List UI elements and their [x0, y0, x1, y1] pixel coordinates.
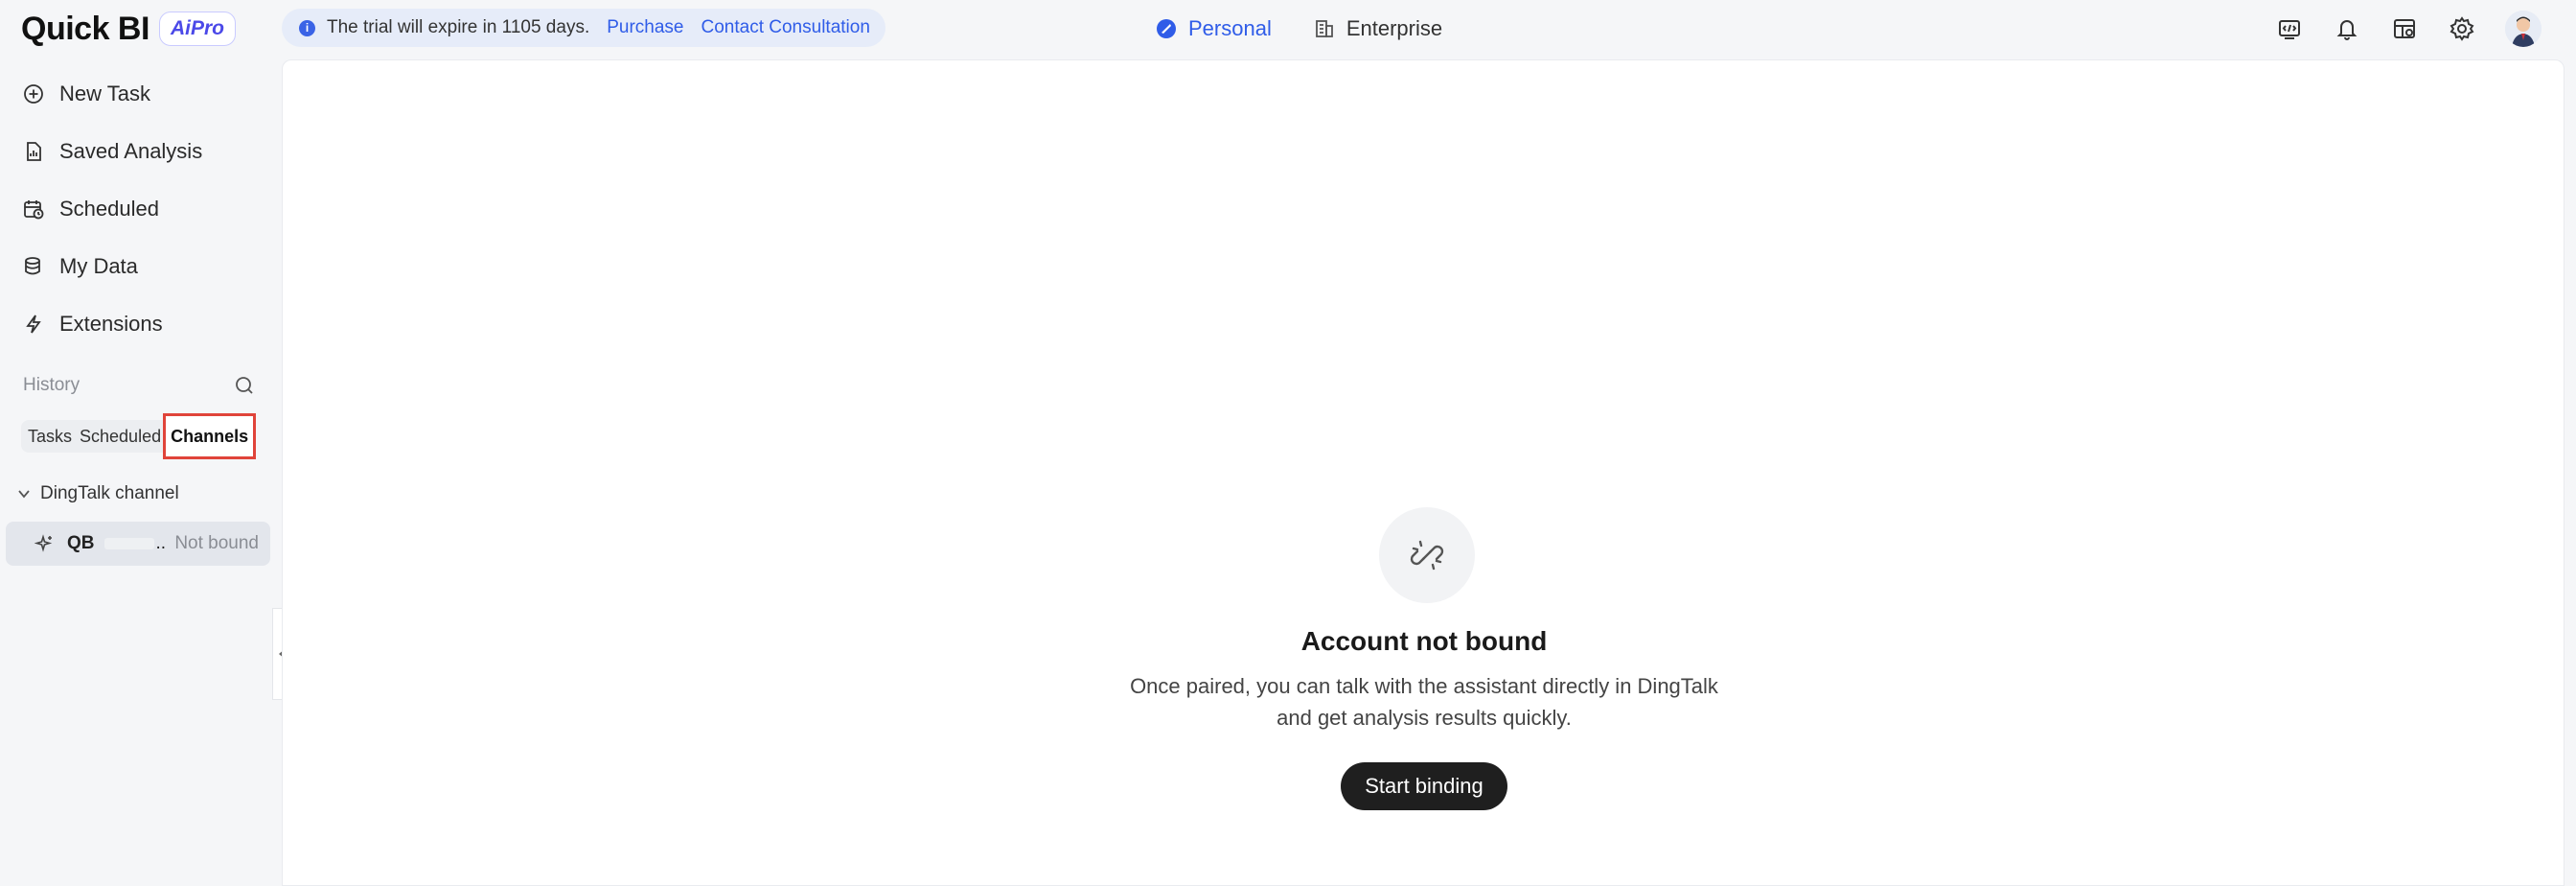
channel-ellipsis: ..: [155, 533, 167, 553]
sparkle-icon: [34, 534, 53, 552]
tab-channels[interactable]: Channels: [163, 413, 257, 459]
document-icon: [27, 142, 41, 161]
dingtalk-channel-group[interactable]: DingTalk channel: [17, 479, 179, 508]
building-icon: [1315, 20, 1333, 37]
mode-switch: Personal Enterprise: [1156, 13, 1442, 44]
nav-my-data[interactable]: My Data: [23, 247, 263, 286]
history-tabs: Tasks Scheduled Channels: [21, 413, 257, 459]
mode-personal[interactable]: Personal: [1156, 16, 1272, 41]
calendar-clock-icon: [24, 200, 44, 220]
channel-name: QB: [67, 533, 95, 553]
top-icons: [2275, 11, 2542, 47]
mode-enterprise-label: Enterprise: [1346, 16, 1443, 40]
nav-new-task-label: New Task: [59, 82, 150, 105]
purchase-link[interactable]: Purchase: [607, 17, 683, 38]
contact-consultation-link[interactable]: Contact Consultation: [702, 17, 870, 38]
dashboard-icon[interactable]: [2390, 14, 2419, 43]
redacted-text: [104, 538, 154, 549]
user-avatar[interactable]: [2505, 11, 2542, 47]
trial-banner: i The trial will expire in 1105 days. Pu…: [282, 9, 886, 47]
chevron-down-icon: [18, 490, 30, 499]
nav-scheduled[interactable]: Scheduled: [23, 190, 263, 228]
empty-desc-line-2: and get analysis results quickly.: [1276, 706, 1572, 730]
channel-item[interactable]: QB .. Not bound: [6, 522, 270, 566]
mode-enterprise[interactable]: Enterprise: [1314, 16, 1442, 41]
history-search-icon[interactable]: [234, 375, 257, 398]
mode-personal-label: Personal: [1188, 16, 1272, 40]
info-icon: i: [299, 19, 315, 36]
bell-icon[interactable]: [2333, 14, 2361, 43]
top-bar: Quick BI AiPro i The trial will expire i…: [0, 0, 2576, 58]
tab-tasks[interactable]: Tasks: [21, 420, 79, 453]
gear-icon[interactable]: [2448, 14, 2476, 43]
empty-state-icon-wrap: [1379, 507, 1475, 603]
app-logo[interactable]: Quick BI: [21, 10, 150, 48]
start-binding-button[interactable]: Start binding: [1341, 762, 1507, 810]
empty-desc-line-1: Once paired, you can talk with the assis…: [1130, 674, 1718, 698]
nav-my-data-label: My Data: [59, 254, 138, 278]
tab-scheduled[interactable]: Scheduled: [78, 420, 164, 453]
database-icon: [25, 257, 40, 275]
personal-icon: [1157, 19, 1176, 38]
nav-extensions[interactable]: Extensions: [23, 305, 263, 343]
empty-state-description: Once paired, you can talk with the assis…: [283, 670, 2565, 734]
history-label: History: [23, 375, 80, 395]
nav-saved-analysis[interactable]: Saved Analysis: [23, 132, 263, 171]
nav-extensions-label: Extensions: [59, 312, 163, 336]
trial-text: The trial will expire in 1105 days.: [327, 17, 590, 37]
main-panel: Account not bound Once paired, you can t…: [282, 59, 2564, 886]
broken-link-icon: [1410, 540, 1444, 571]
nav-scheduled-label: Scheduled: [59, 197, 159, 221]
empty-state-title: Account not bound: [1300, 626, 1548, 656]
nav-new-task[interactable]: New Task: [23, 75, 263, 113]
api-icon[interactable]: [2275, 14, 2304, 43]
lightning-icon: [26, 315, 41, 334]
plus-circle-icon: [24, 84, 43, 104]
sidebar: New Task Saved Analysis Scheduled My Dat…: [0, 58, 278, 886]
aipro-badge: AiPro: [159, 12, 236, 46]
nav-saved-analysis-label: Saved Analysis: [59, 139, 203, 163]
channel-status: Not bound: [174, 533, 259, 553]
group-label: DingTalk channel: [40, 483, 179, 503]
